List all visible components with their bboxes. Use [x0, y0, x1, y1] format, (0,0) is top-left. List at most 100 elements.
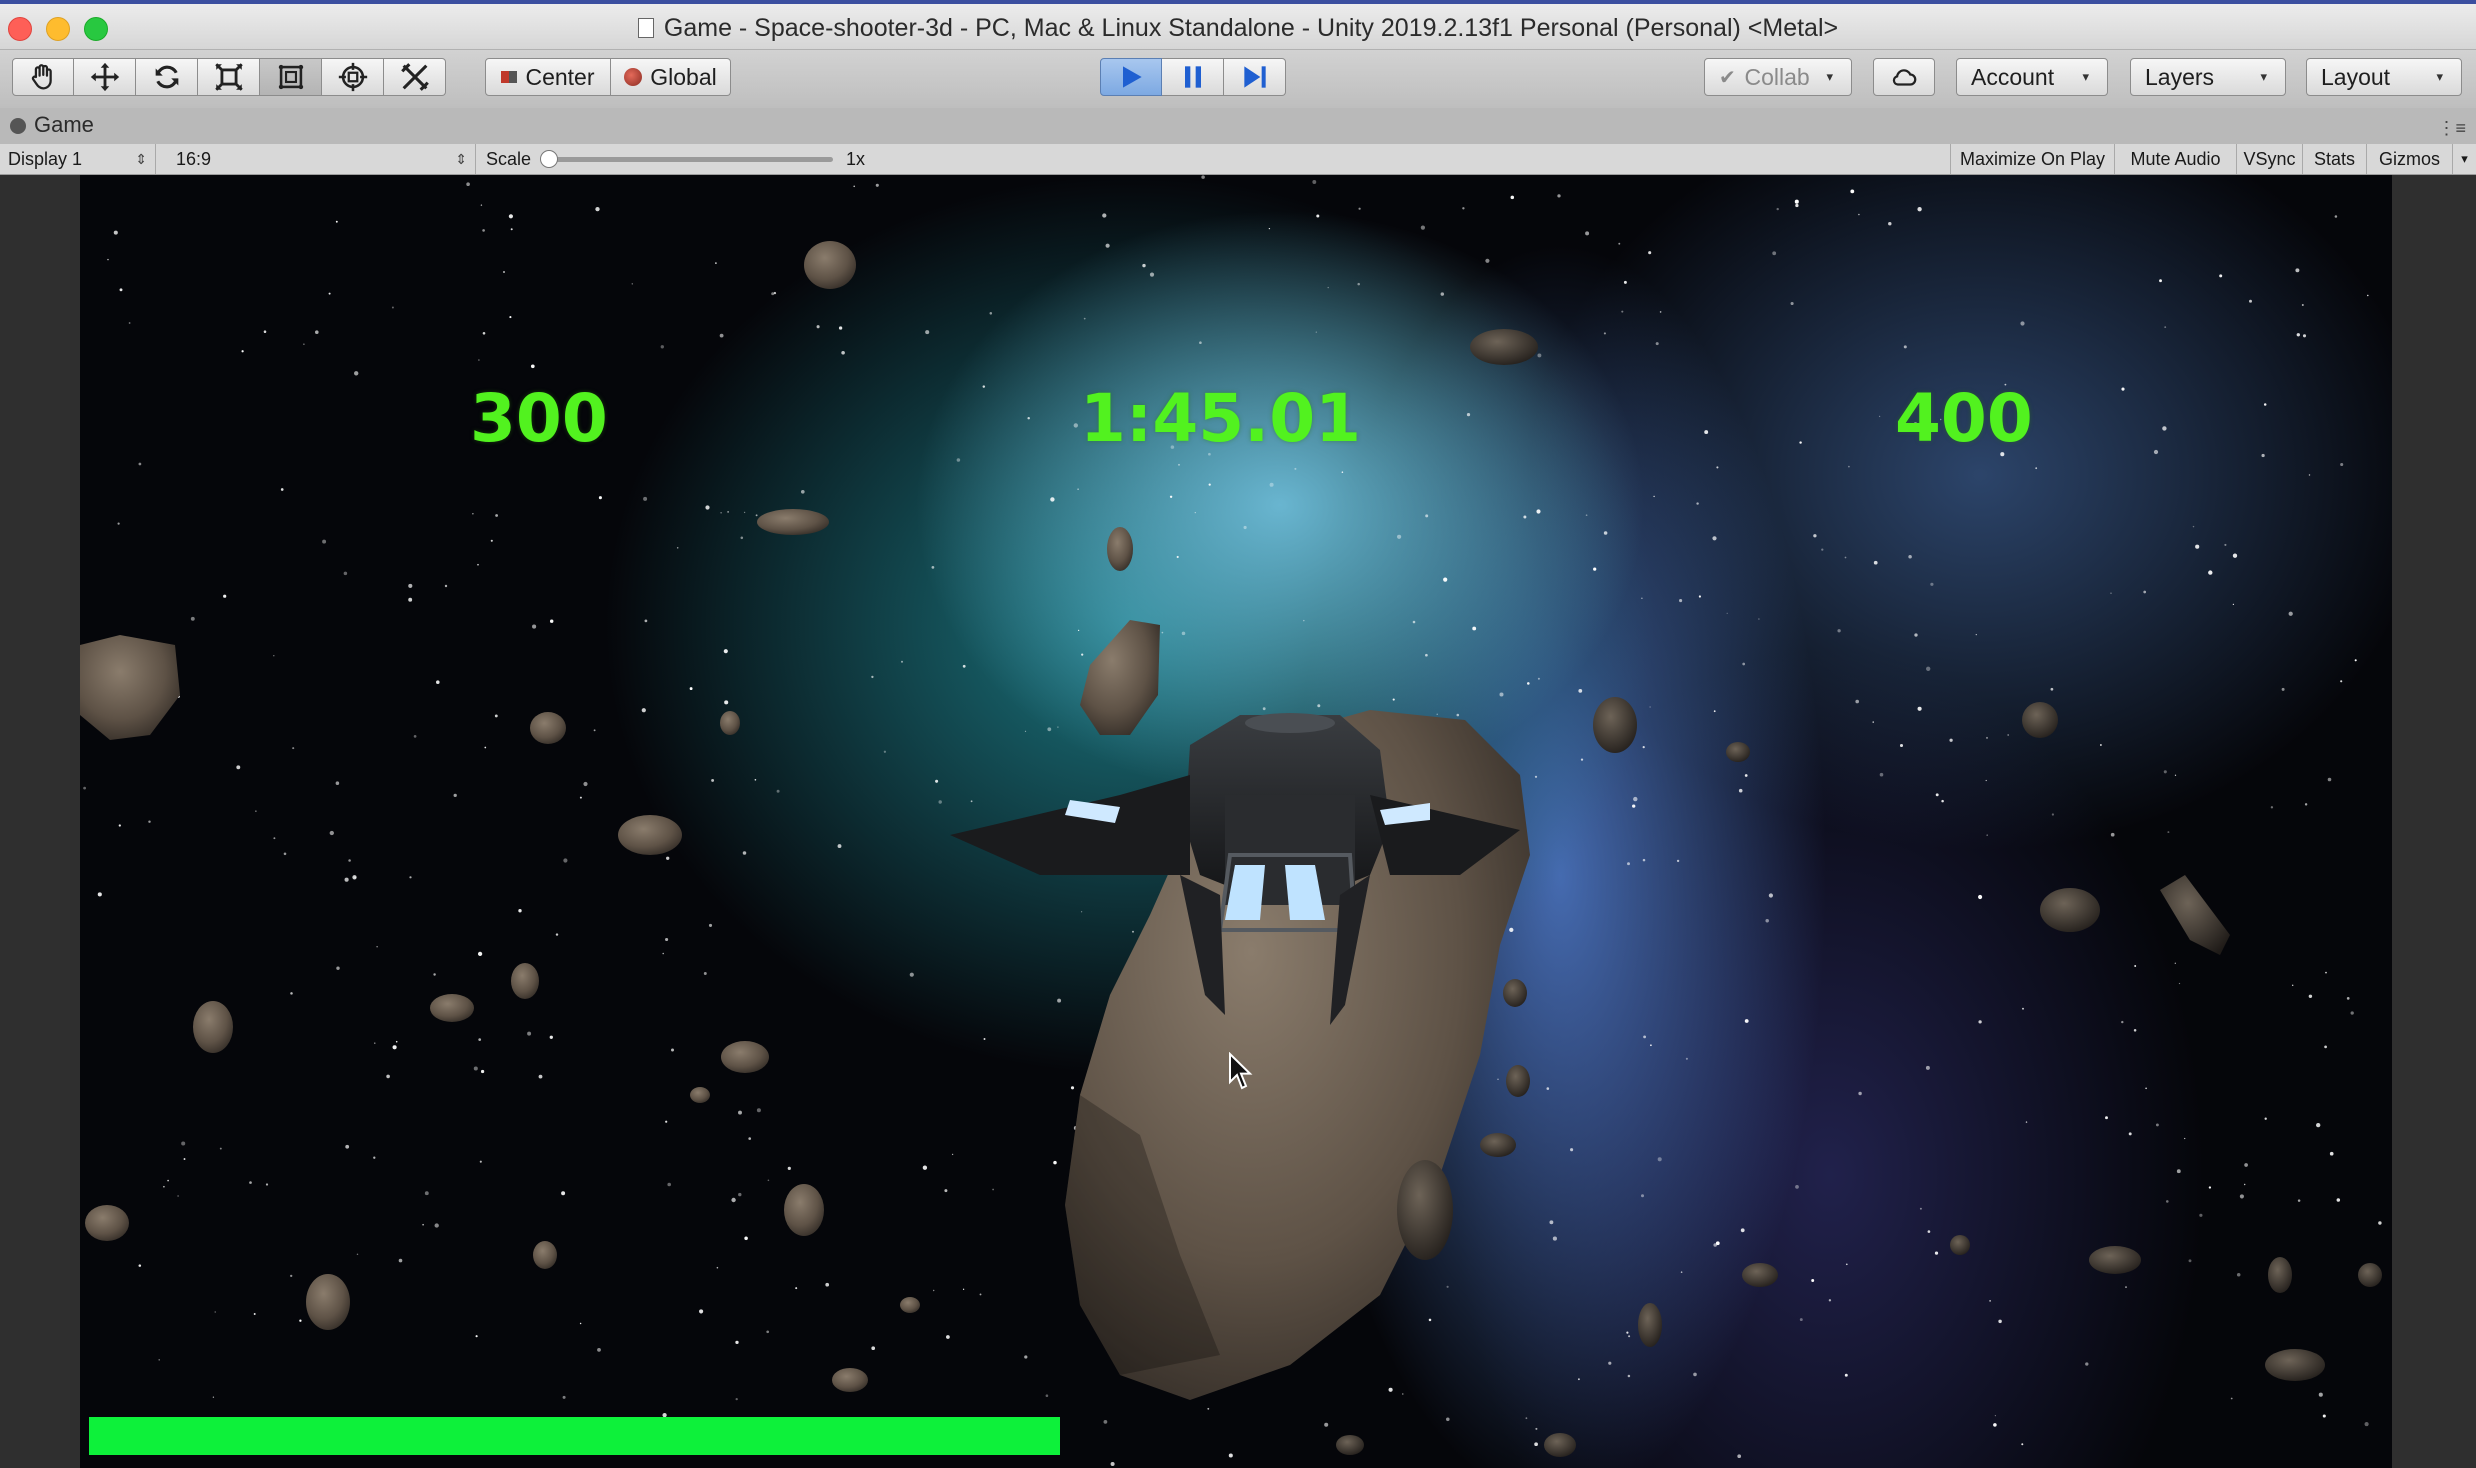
star [1537, 353, 1542, 358]
star [424, 1191, 429, 1196]
star [2051, 813, 2055, 816]
scale-slider-track[interactable] [548, 157, 833, 162]
star [970, 800, 973, 803]
star [1844, 1373, 1848, 1377]
star [1388, 1387, 1393, 1392]
star [1070, 1086, 1075, 1090]
star [2318, 1392, 2323, 1397]
star [1844, 556, 1847, 559]
scale-tool-icon [214, 63, 243, 91]
game-viewport[interactable]: 300 1:45.01 400 [80, 175, 2392, 1468]
star [1930, 582, 1934, 586]
layers-group: Layers ▾ [2130, 58, 2286, 96]
star [1317, 704, 1321, 708]
star [598, 496, 602, 500]
display-select[interactable]: Display 1 ⇕ [0, 144, 156, 174]
star [1462, 207, 1465, 210]
star [1649, 706, 1651, 708]
rotate-tool-button[interactable] [136, 58, 198, 96]
star [138, 1264, 142, 1267]
star [2153, 449, 2159, 455]
star [1828, 1299, 1832, 1302]
gizmos-toggle[interactable]: Gizmos [2366, 144, 2452, 174]
vsync-toggle[interactable]: VSync [2236, 144, 2302, 174]
star [1412, 620, 1416, 624]
layers-dropdown[interactable]: Layers ▾ [2130, 58, 2286, 96]
star [1392, 698, 1395, 701]
star [748, 1137, 752, 1140]
pivot-global-button[interactable]: Global [611, 58, 731, 96]
rect-tool-button[interactable] [260, 58, 322, 96]
game-timer: 1:45.01 [1080, 380, 1362, 457]
hand-tool-button[interactable] [12, 58, 74, 96]
star [1603, 332, 1606, 335]
star [931, 566, 935, 569]
star [1181, 631, 1186, 636]
layers-label: Layers [2145, 63, 2215, 90]
step-button[interactable] [1224, 58, 1286, 96]
star [816, 325, 820, 329]
star [1765, 918, 1769, 923]
star [593, 729, 596, 732]
star [1499, 692, 1504, 697]
star [1621, 310, 1624, 313]
star [1402, 1393, 1404, 1395]
star [731, 1197, 736, 1203]
star [1680, 1271, 1683, 1273]
play-button[interactable] [1100, 58, 1162, 96]
aspect-ratio-select[interactable]: 16:9 ⇕ [162, 144, 476, 174]
cloud-button[interactable] [1873, 58, 1935, 96]
collab-dropdown[interactable]: ✔ Collab ▾ [1704, 58, 1852, 96]
star [1986, 834, 1988, 836]
star [956, 458, 961, 462]
star [1446, 1285, 1449, 1288]
star [1024, 730, 1027, 732]
star [2143, 590, 2147, 594]
star [328, 292, 331, 295]
star [283, 852, 287, 856]
star [509, 316, 512, 319]
tab-menu-icon[interactable]: ⋮≡ [2437, 118, 2466, 139]
star [962, 664, 966, 668]
maximize-on-play-toggle[interactable]: Maximize On Play [1950, 144, 2114, 174]
star [482, 332, 486, 335]
cloud-group [1873, 58, 1935, 96]
star [1243, 525, 1247, 530]
star [579, 1322, 582, 1325]
pivot-center-button[interactable]: Center [485, 58, 611, 96]
chevron-down-icon: ▾ [1826, 69, 1833, 84]
scale-tool-button[interactable] [198, 58, 260, 96]
star [1420, 225, 1426, 230]
star [989, 312, 993, 315]
account-dropdown[interactable]: Account ▾ [1956, 58, 2108, 96]
move-tool-button[interactable] [74, 58, 136, 96]
gizmos-dropdown-icon[interactable]: ▾ [2452, 144, 2476, 174]
pause-button[interactable] [1162, 58, 1224, 96]
star [716, 1266, 719, 1269]
star [1879, 772, 1884, 777]
mute-audio-toggle[interactable]: Mute Audio [2114, 144, 2236, 174]
star [1178, 463, 1180, 466]
star [2110, 592, 2112, 594]
star [1659, 311, 1662, 313]
star [871, 675, 874, 679]
scale-slider-thumb[interactable] [540, 150, 558, 168]
layout-dropdown[interactable]: Layout ▾ [2306, 58, 2462, 96]
rect-tool-icon [278, 64, 303, 90]
star [724, 700, 729, 705]
transform-tool-button[interactable] [322, 58, 384, 96]
star [158, 1359, 160, 1361]
star [841, 351, 845, 355]
stats-toggle[interactable]: Stats [2302, 144, 2366, 174]
star [1149, 272, 1155, 277]
custom-tool-button[interactable] [384, 58, 446, 96]
star [1888, 221, 1892, 226]
star [1726, 612, 1728, 614]
star [951, 1153, 954, 1156]
star [409, 876, 412, 879]
star [1799, 441, 1802, 444]
star [518, 909, 522, 913]
star [1653, 495, 1655, 498]
tab-game[interactable]: Game [10, 112, 94, 138]
star [490, 539, 493, 542]
